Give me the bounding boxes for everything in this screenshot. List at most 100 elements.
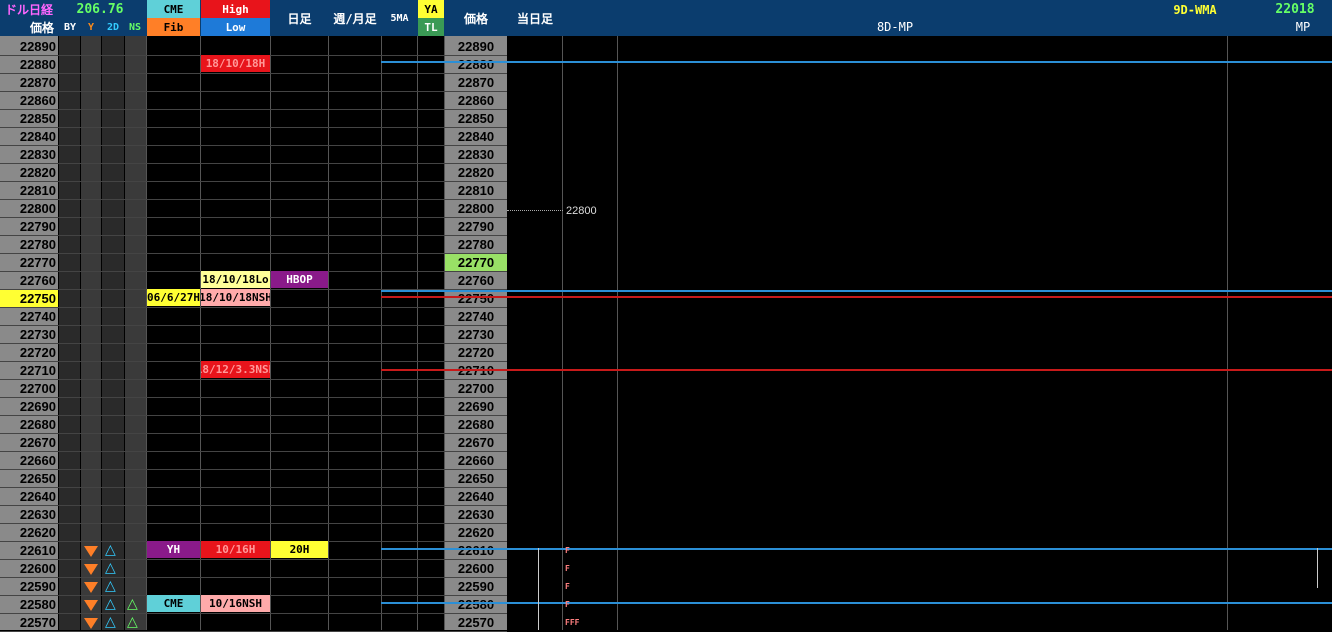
- header-value: 206.76: [76, 2, 124, 17]
- down-triangle-icon: [84, 582, 98, 593]
- price-cell-right: 22730: [457, 327, 495, 342]
- header-ns: NS: [128, 21, 142, 33]
- price-cell-left: 22730: [19, 327, 56, 342]
- price-cell-right: 22680: [457, 417, 495, 432]
- row-separator: [0, 253, 507, 254]
- blue-level-line: [381, 548, 1332, 550]
- row-separator: [0, 559, 507, 560]
- price-cell-right: 22660: [457, 453, 495, 468]
- grid-line: [562, 36, 563, 630]
- price-cell-right: 22860: [457, 93, 495, 108]
- price-cell-right: 22700: [457, 381, 495, 396]
- row-separator: [0, 127, 507, 128]
- price-cell-right: 22810: [457, 183, 495, 198]
- up-triangle-icon: △: [105, 578, 116, 594]
- price-cell-left: 22670: [19, 435, 56, 450]
- price-cell-right: 22670: [457, 435, 495, 450]
- price-cell-left: 22850: [19, 111, 56, 126]
- row-separator: [0, 487, 507, 488]
- price-cell-right: 22590: [457, 579, 495, 594]
- down-triangle-icon: [84, 564, 98, 575]
- row-separator: [0, 91, 507, 92]
- price-cell-right: 22820: [457, 165, 495, 180]
- up-triangle-icon: △: [105, 542, 116, 558]
- f-marker: F: [565, 546, 570, 555]
- price-cell-right: 22690: [457, 399, 495, 414]
- green-up-triangle-icon: △: [127, 596, 138, 612]
- header-by: BY: [63, 21, 77, 33]
- grid-line: [1227, 36, 1228, 630]
- header-weekly: 週/月足: [333, 11, 377, 26]
- row-separator: [0, 181, 507, 182]
- price-cell-right: 22880: [457, 57, 495, 72]
- price-cell-left: 22580: [19, 597, 56, 612]
- blue-level-line: [381, 602, 1332, 604]
- price-cell-left: 22590: [19, 579, 56, 594]
- f-marker: F: [565, 600, 570, 609]
- cme-label-22580: CME: [147, 595, 200, 612]
- price-cell-left: 22800: [19, 201, 56, 216]
- price-cell-right: 22780: [457, 237, 495, 252]
- row-separator: [0, 415, 507, 416]
- row-separator: [0, 343, 507, 344]
- row-separator: [0, 325, 507, 326]
- price-cell-right: 22750: [457, 291, 495, 306]
- price-cell-left: 22640: [19, 489, 56, 504]
- price-cell-right: 22870: [457, 75, 495, 90]
- header-fib: Fib: [147, 18, 200, 36]
- price-cell-right: 22830: [457, 147, 495, 162]
- yh-label: YH: [147, 541, 200, 558]
- row-separator: [0, 577, 507, 578]
- hbop-label: HBOP: [271, 271, 328, 288]
- vertical-tick: [1317, 548, 1318, 588]
- vertical-tick: [538, 548, 539, 630]
- header-price-label: 価格: [29, 20, 54, 35]
- blue-level-line: [381, 290, 1332, 292]
- price-cell-left: 22700: [19, 381, 56, 396]
- price-cell-right: 22850: [457, 111, 495, 126]
- red-level-line: [381, 296, 1332, 298]
- header-today: 当日足: [516, 11, 553, 26]
- header-2d: 2D: [106, 21, 120, 33]
- price-cell-left: 22770: [19, 255, 56, 270]
- row-separator: [0, 145, 507, 146]
- price-cell-right: 22770: [445, 254, 507, 271]
- price-cell-right: 22610: [457, 543, 495, 558]
- row-separator: [0, 199, 507, 200]
- level-label-22800: 22800: [566, 205, 597, 217]
- nsh-label-22580: 10/16NSH: [201, 595, 270, 612]
- header-ya: YA: [418, 0, 444, 18]
- row-separator: [0, 523, 507, 524]
- row-separator: [0, 109, 507, 110]
- header-tl: TL: [418, 18, 444, 36]
- row-separator: [0, 163, 507, 164]
- header-y: Y: [87, 21, 95, 33]
- header-low: Low: [201, 18, 270, 36]
- price-cell-right: 22620: [457, 525, 495, 540]
- f-marker: F: [565, 582, 570, 591]
- fff-marker: FFF: [565, 618, 580, 627]
- price-cell-left: 22740: [19, 309, 56, 324]
- header-daily: 日足: [287, 11, 312, 26]
- row-separator: [0, 307, 507, 308]
- down-triangle-icon: [84, 546, 98, 557]
- price-cell-right: 22790: [457, 219, 495, 234]
- row-separator: [0, 613, 507, 614]
- row-separator: [0, 73, 507, 74]
- price-cell-left: 22840: [19, 129, 56, 144]
- price-cell-left: 22810: [19, 183, 56, 198]
- price-cell-left: 22660: [19, 453, 56, 468]
- price-cell-right: 22570: [457, 615, 495, 630]
- grid-line: [617, 36, 618, 630]
- price-cell-left: 22680: [19, 417, 56, 432]
- price-cell-right: 22630: [457, 507, 495, 522]
- row-separator: [0, 379, 507, 380]
- price-cell-right: 22740: [457, 309, 495, 324]
- up-triangle-icon: △: [105, 560, 116, 576]
- price-cell-right: 22890: [457, 39, 495, 54]
- low-label-22710: 18/12/3.3NSH: [201, 361, 270, 378]
- down-triangle-icon: [84, 618, 98, 629]
- price-cell-right: 22760: [457, 273, 495, 288]
- price-cell-left: 22620: [19, 525, 56, 540]
- price-cell-left: 22880: [19, 57, 56, 72]
